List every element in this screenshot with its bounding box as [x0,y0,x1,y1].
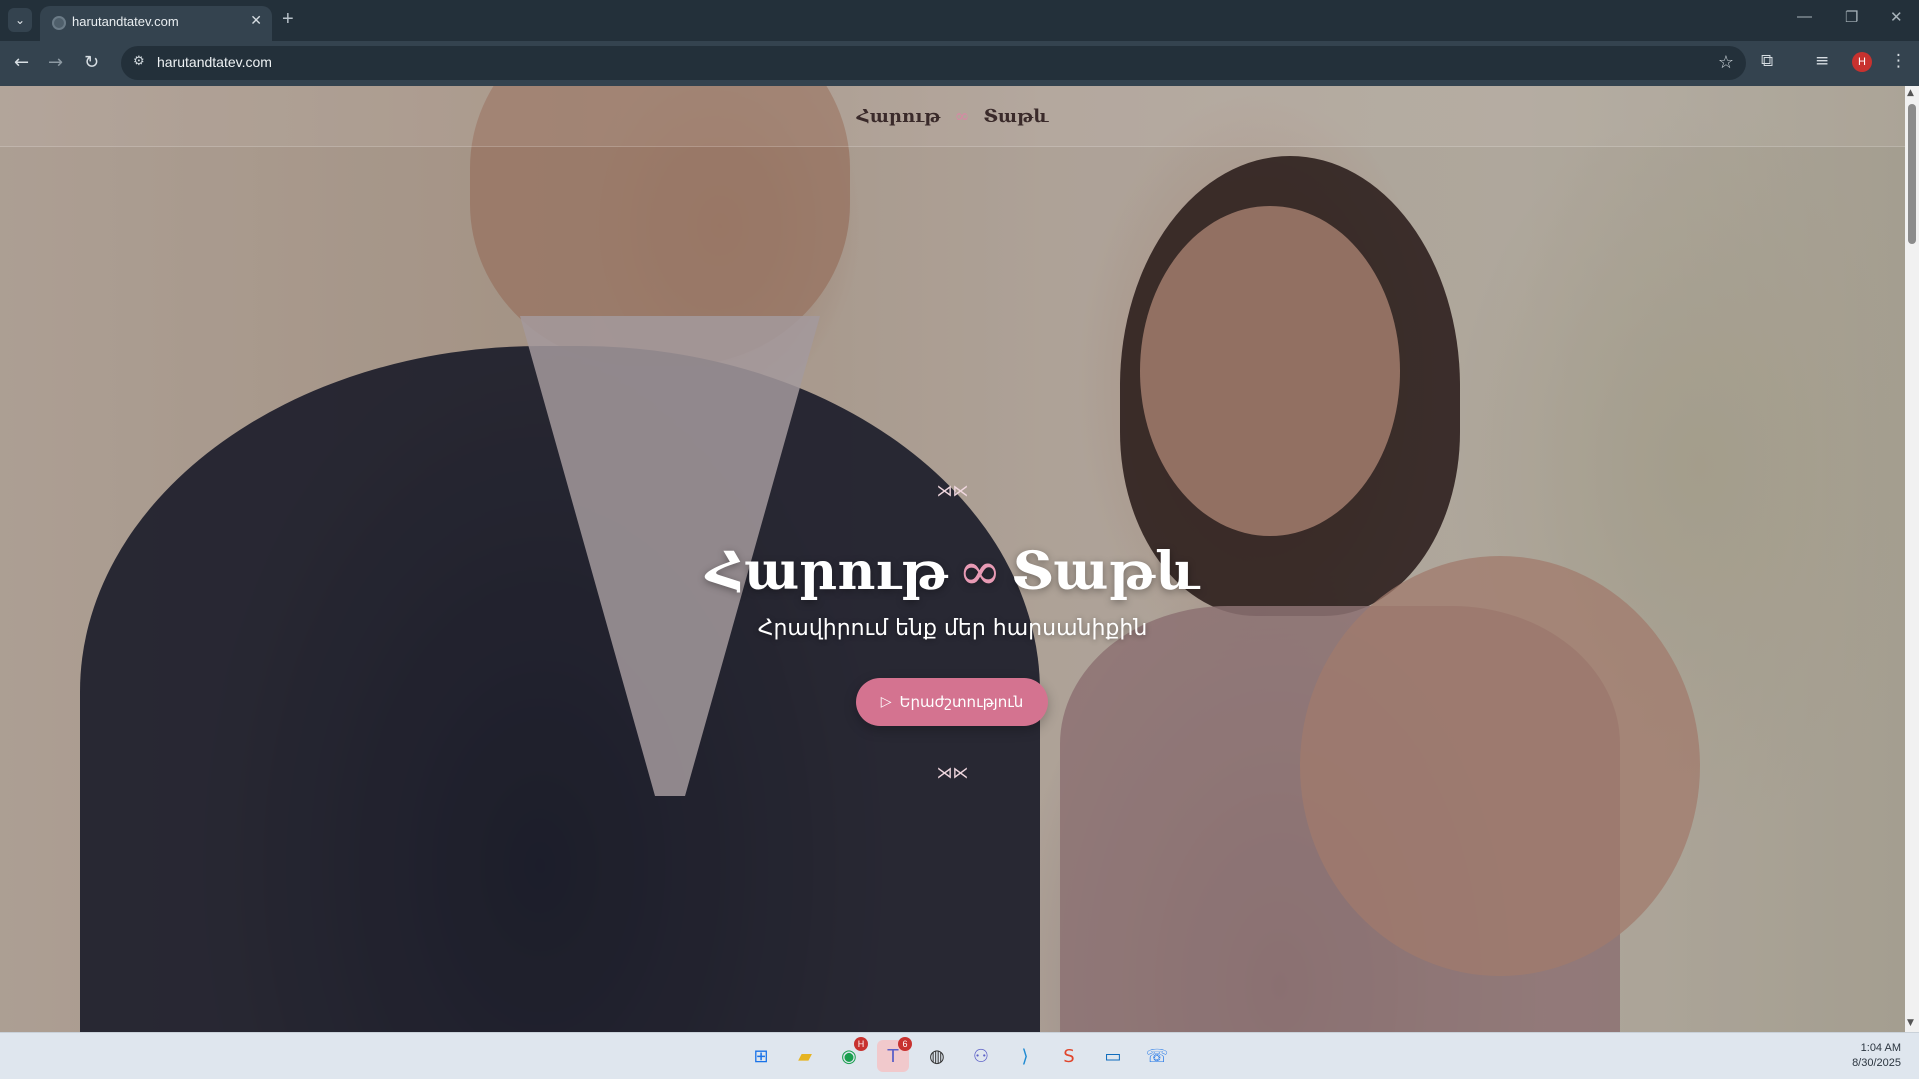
forward-icon[interactable]: → [48,52,63,73]
notification-badge: 6 [898,1037,912,1051]
taskbar-slides-icon[interactable]: S [1053,1040,1085,1072]
profile-avatar[interactable]: H [1852,52,1872,72]
more-menu-icon[interactable]: ⋮ [1890,51,1907,71]
browser-toolbar: ← → ↻ ⚙ harutandtatev.com ☆ ⧉ ≡ H ⋮ [0,41,1919,86]
system-clock[interactable]: 1:04 AM 8/30/2025 [1852,1041,1901,1071]
taskbar-teams-classic-icon[interactable]: ⚇ [965,1040,997,1072]
hero-name-left: Հարութ [706,541,949,602]
address-bar[interactable]: ⚙ harutandtatev.com ☆ [121,46,1746,80]
taskbar-start-icon[interactable]: ⊞ [745,1040,777,1072]
site-info-icon[interactable]: ⚙ [133,54,145,69]
clock-date: 8/30/2025 [1852,1057,1901,1069]
site-header: Հարութ ∞ Տաթև [0,86,1905,147]
taskbar-file-explorer-icon[interactable]: ▰ [789,1040,821,1072]
music-button[interactable]: ▷ Երաժշտություն [856,678,1048,726]
restore-icon[interactable]: ❐ [1845,8,1858,26]
scroll-up-icon[interactable]: ▲ [1907,88,1914,98]
browser-tabbar: ⌄ harutandtatev.com ✕ + — ❐ ✕ [0,0,1919,41]
brand-name-left: Հարութ [856,106,941,127]
brand-name-right: Տաթև [983,106,1049,127]
clock-time: 1:04 AM [1860,1042,1901,1054]
play-icon: ▷ [880,694,892,710]
reload-icon[interactable]: ↻ [84,52,99,73]
scroll-thumb[interactable] [1908,104,1916,244]
bookmark-star-icon[interactable]: ☆ [1718,52,1734,73]
browser-tab[interactable]: harutandtatev.com ✕ [40,6,272,41]
taskbar-chrome-icon[interactable]: ◉ H [833,1037,868,1072]
close-tab-icon[interactable]: ✕ [250,13,262,29]
ornament-top-icon: ⋊⋉ [936,481,969,500]
taskbar-obs-icon[interactable]: ◍ [921,1040,953,1072]
hero-subtitle: Հրավիրում ենք մեր հարսանիքին [757,616,1148,641]
taskbar-vscode-icon[interactable]: ⟩ [1009,1040,1041,1072]
brand-infinity-icon: ∞ [954,106,970,127]
taskbar-phone-icon[interactable]: ☏ [1141,1040,1173,1072]
new-tab-button[interactable]: + [282,8,294,31]
media-controls-icon[interactable]: ≡ [1815,51,1829,71]
favicon-icon [52,16,66,30]
hero-name-right: Տաթև [1011,541,1199,602]
close-window-icon[interactable]: ✕ [1890,8,1903,26]
back-icon[interactable]: ← [14,52,29,73]
site-brand[interactable]: Հարութ ∞ Տաթև [0,106,1905,127]
scroll-down-icon[interactable]: ▼ [1907,1018,1914,1028]
hero-title: Հարութ ∞ Տաթև [0,541,1905,602]
taskbar-remote-desktop-icon[interactable]: ▭ [1097,1040,1129,1072]
ornament-bottom-icon: ⋊⋉ [936,763,969,782]
page-viewport: Հարութ ∞ Տաթև ⋊⋉ Հարութ ∞ Տաթև Հրավիրում ենք… [0,86,1905,1032]
url-text: harutandtatev.com [157,54,272,70]
extensions-icon[interactable]: ⧉ [1761,51,1773,71]
minimize-icon[interactable]: — [1797,8,1812,25]
page-scrollbar[interactable]: ▲ ▼ [1905,86,1919,1032]
taskbar-teams-icon[interactable]: T6 [877,1037,912,1072]
notification-badge: H [854,1037,868,1051]
tab-search-button[interactable]: ⌄ [8,8,32,32]
hero-infinity-icon: ∞ [958,542,1002,602]
tab-title: harutandtatev.com [72,14,179,29]
music-button-label: Երաժշտություն [899,693,1024,711]
windows-taskbar: ⊞ ▰ ◉ H T 6 ◍ ⚇ ⟩ S ▭ ☏ 1:04 AM 8/30/2025 [0,1032,1919,1079]
